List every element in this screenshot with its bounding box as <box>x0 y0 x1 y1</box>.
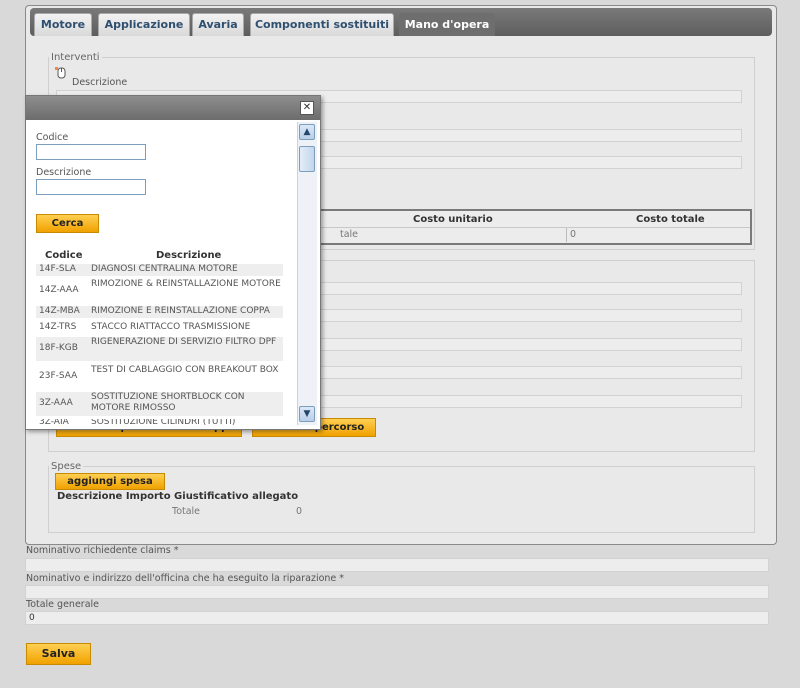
cost-row-cell-2: 0 <box>570 229 577 240</box>
row-codice: 3Z-AAA <box>39 398 73 408</box>
totale-generale-value: 0 <box>29 613 35 623</box>
row-descrizione: RIMOZIONE & REINSTALLAZIONE MOTORE <box>91 279 281 289</box>
tab-mano-d-opera[interactable]: Mano d'opera <box>399 13 495 36</box>
row-codice: 14Z-MBA <box>39 306 80 316</box>
row-descrizione: DIAGNOSI CENTRALINA MOTORE <box>91 264 238 274</box>
list-item[interactable]: 3Z-AIA SOSTITUZIONE CILINDRI (TUTTI) <box>36 419 283 427</box>
col-codice-header: Codice <box>45 250 83 261</box>
nominativo-field[interactable] <box>25 558 769 572</box>
interventi-descrizione-label: Descrizione <box>72 77 128 88</box>
col-descrizione-header: Descrizione <box>156 250 222 261</box>
list-item[interactable]: 23F-SAA TEST DI CABLAGGIO CON BREAKOUT B… <box>36 365 283 389</box>
row-descrizione: TEST DI CABLAGGIO CON BREAKOUT BOX <box>91 365 279 375</box>
nominativo-label: Nominativo richiedente claims * <box>26 545 179 556</box>
row-codice: 14Z-TRS <box>39 322 77 332</box>
scroll-up-icon[interactable]: ▲ <box>299 124 315 140</box>
officina-label: Nominativo e indirizzo dell'officina che… <box>26 573 345 584</box>
totale-generale-field[interactable]: 0 <box>25 611 769 625</box>
tab-applicazione[interactable]: Applicazione <box>98 13 190 36</box>
totale-generale-label: Totale generale <box>26 599 100 610</box>
tab-motore[interactable]: Motore <box>34 13 92 36</box>
dialog-codice-label: Codice <box>36 132 69 143</box>
salva-button[interactable]: Salva <box>26 643 91 665</box>
tab-componenti-sostituiti[interactable]: Componenti sostituiti <box>250 13 394 36</box>
cerca-button[interactable]: Cerca <box>36 214 99 233</box>
spese-legend: Spese <box>51 461 82 472</box>
spese-totale-value: 0 <box>296 506 303 517</box>
costo-totale-header: Costo totale <box>636 214 705 225</box>
list-item[interactable]: 14Z-TRS STACCO RIATTACCO TRASMISSIONE <box>36 322 283 334</box>
row-descrizione: RIGENERAZIONE DI SERVIZIO FILTRO DPF <box>91 337 277 347</box>
dialog-titlebar[interactable]: ✕ <box>26 96 320 120</box>
costo-unitario-header: Costo unitario <box>413 214 493 225</box>
row-descrizione: SOSTITUZIONE CILINDRI (TUTTI) <box>91 419 236 427</box>
aggiungi-spesa-button[interactable]: aggiungi spesa <box>55 473 165 490</box>
spese-headers: Descrizione Importo Giustificativo alleg… <box>57 491 299 502</box>
list-item[interactable]: 14Z-MBA RIMOZIONE E REINSTALLAZIONE COPP… <box>36 306 283 318</box>
row-codice: 23F-SAA <box>39 371 78 381</box>
cost-row-cell-1: tale <box>340 229 359 240</box>
row-codice: 14Z-AAA <box>39 285 79 295</box>
spese-totale-label: Totale <box>172 506 201 517</box>
dialog-codice-input[interactable] <box>36 144 146 160</box>
interventi-legend: Interventi <box>51 52 100 63</box>
dialog-descrizione-input[interactable] <box>36 179 146 195</box>
list-item[interactable]: 18F-KGB RIGENERAZIONE DI SERVIZIO FILTRO… <box>36 337 283 361</box>
row-codice: 18F-KGB <box>39 343 78 353</box>
scroll-thumb[interactable] <box>299 146 315 172</box>
dialog-descrizione-label: Descrizione <box>36 167 92 178</box>
row-descrizione: STACCO RIATTACCO TRASMISSIONE <box>91 322 251 332</box>
tab-avaria[interactable]: Avaria <box>192 13 244 36</box>
mouse-icon[interactable] <box>54 66 68 80</box>
list-item[interactable]: 3Z-AAA SOSTITUZIONE SHORTBLOCK CON MOTOR… <box>36 392 283 416</box>
row-codice: 3Z-AIA <box>39 419 69 427</box>
row-codice: 14F-SLA <box>39 264 76 274</box>
list-item[interactable]: 14F-SLA DIAGNOSI CENTRALINA MOTORE <box>36 264 283 276</box>
scroll-down-icon[interactable]: ▼ <box>299 406 315 422</box>
officina-field[interactable] <box>25 585 769 599</box>
row-descrizione: SOSTITUZIONE SHORTBLOCK CON MOTORE RIMOS… <box>91 392 245 413</box>
search-dialog: ✕ Codice Descrizione Cerca Codice Descri… <box>25 95 321 430</box>
list-item[interactable]: 14Z-AAA RIMOZIONE & REINSTALLAZIONE MOTO… <box>36 279 283 303</box>
dialog-scrollbar[interactable]: ▲ ▼ <box>297 122 317 425</box>
row-descrizione: RIMOZIONE E REINSTALLAZIONE COPPA <box>91 306 270 316</box>
close-icon[interactable]: ✕ <box>300 101 314 115</box>
tab-bar: Motore Applicazione Avaria Componenti so… <box>30 8 772 36</box>
